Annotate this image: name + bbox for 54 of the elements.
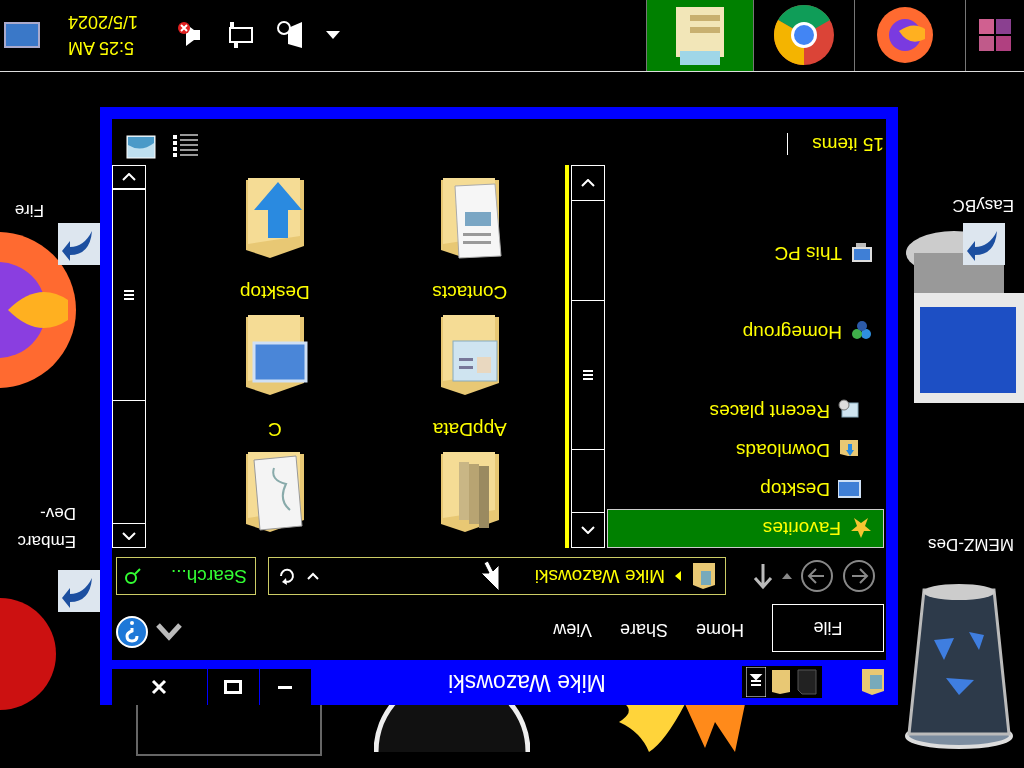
help-icon[interactable] <box>116 616 148 648</box>
caret-icon[interactable] <box>782 573 792 579</box>
close-icon <box>151 679 168 695</box>
minimize-icon <box>278 685 293 689</box>
folder-icon[interactable] <box>770 668 792 697</box>
ribbon-tab[interactable]: Share <box>619 619 668 652</box>
scroll-down-icon[interactable] <box>121 173 136 182</box>
scroll-up-icon[interactable] <box>121 531 136 540</box>
chevron-right-icon <box>675 571 681 581</box>
item-count: 15 items <box>811 133 884 155</box>
scrollbar[interactable] <box>570 165 605 548</box>
scroll-down-icon[interactable] <box>580 179 595 187</box>
icon-label: Fire <box>13 200 44 222</box>
folder-label[interactable]: AppData <box>432 414 507 444</box>
icon-label: EasyBC <box>951 195 1014 217</box>
nav-item[interactable]: Favorites <box>606 509 884 548</box>
clock-date: 1/5/2024 <box>68 11 139 35</box>
grip-icon[interactable] <box>582 370 593 380</box>
nav-item[interactable]: Recent places <box>606 392 884 431</box>
maximize-icon <box>224 680 243 694</box>
ribbon-tab[interactable]: View <box>553 619 592 652</box>
up-arrow-icon[interactable] <box>752 562 774 590</box>
icon-label: Embarc <box>16 531 76 553</box>
folder-icon <box>691 561 717 591</box>
customize-icon[interactable] <box>746 667 766 698</box>
scroll-up-icon[interactable] <box>580 526 595 534</box>
window-squares-icon <box>977 17 1013 54</box>
nav-item[interactable]: Downloads <box>606 431 884 470</box>
window-title: Mike Wazowski <box>447 669 607 698</box>
scrollbar[interactable] <box>112 165 146 548</box>
search-field[interactable]: Search... <box>116 557 256 595</box>
refresh-icon[interactable] <box>277 566 297 586</box>
file-tab[interactable]: File <box>772 604 884 652</box>
ribbon-tab[interactable]: Home <box>696 619 744 652</box>
address-path: Mike Wazowski <box>534 565 665 587</box>
grip-icon[interactable] <box>123 290 134 301</box>
icon-label: MEMZ-Des <box>927 534 1014 556</box>
nav-item[interactable]: This PC <box>606 234 884 273</box>
dropdown-icon[interactable] <box>307 572 319 580</box>
chevron-up-icon[interactable] <box>156 623 182 641</box>
tray-caret-icon[interactable] <box>326 31 341 40</box>
folder-label[interactable]: C <box>267 414 282 444</box>
nav-item[interactable]: Desktop <box>606 470 884 509</box>
folder-label[interactable]: Desktop <box>240 277 310 307</box>
fox-icon <box>875 5 935 66</box>
search-icon[interactable] <box>124 567 142 585</box>
clock-time: 5:25 AM <box>68 37 135 61</box>
show-desktop-icon[interactable] <box>4 22 40 49</box>
browser-icon <box>772 3 836 68</box>
icon-label: Dev- <box>39 503 76 525</box>
address-bar[interactable]: Mike Wazowski <box>268 557 726 595</box>
nav-item[interactable]: Homegroup <box>606 313 884 352</box>
folder-label[interactable]: Contacts <box>432 277 508 307</box>
fox-icon <box>0 230 78 390</box>
